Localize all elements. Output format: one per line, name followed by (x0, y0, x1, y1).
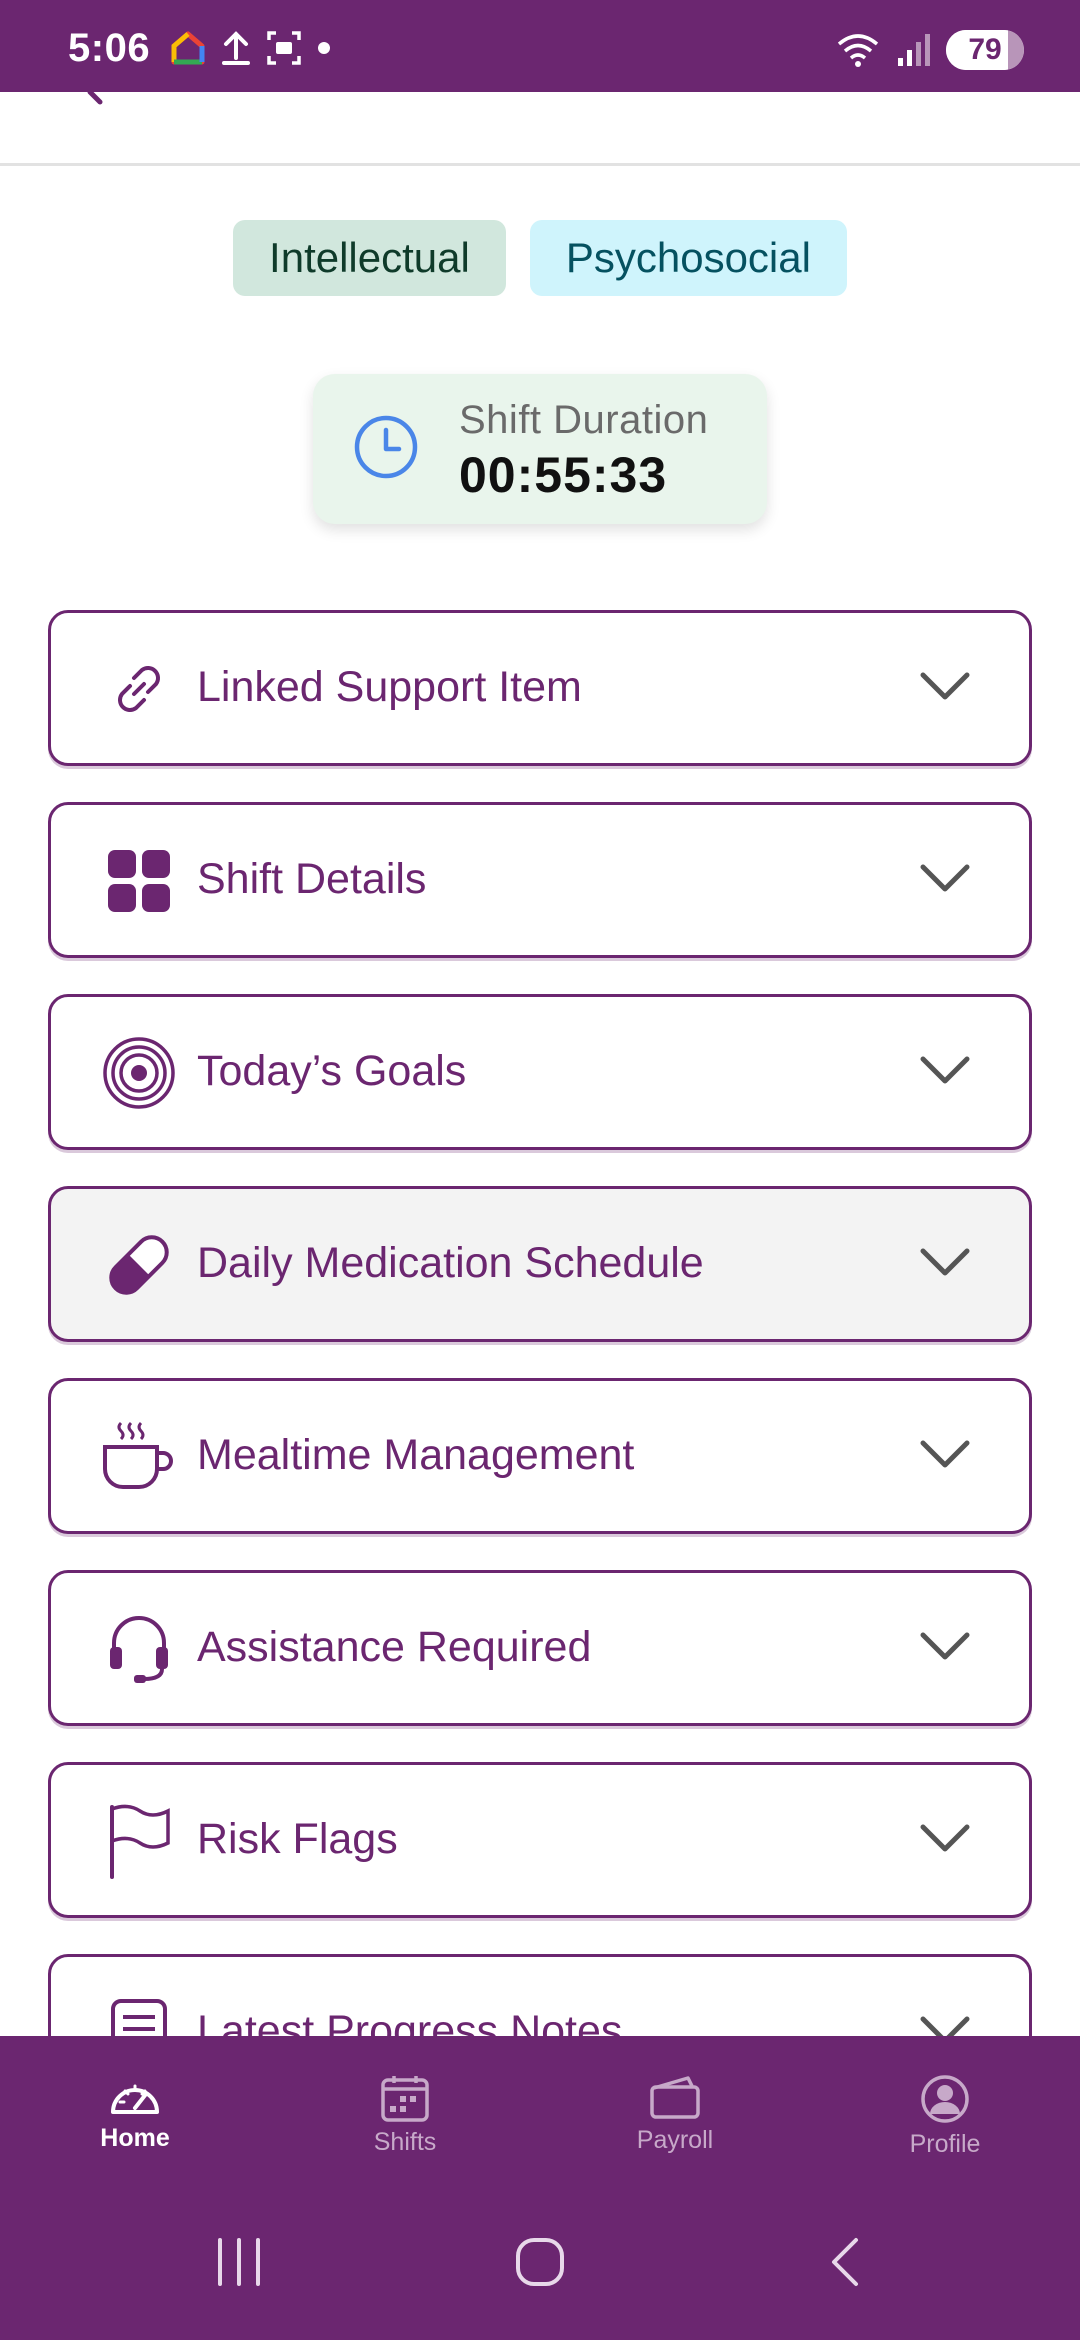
user-circle-icon (921, 2075, 969, 2123)
screenshot-icon (267, 31, 301, 65)
hot-cup-icon (101, 1419, 177, 1495)
section-linked-support-item[interactable]: Linked Support Item (48, 610, 1032, 766)
chevron-down-icon (920, 1248, 970, 1276)
chevron-down-icon (920, 1632, 970, 1660)
calendar-icon (381, 2076, 429, 2122)
section-label: Assistance Required (197, 1623, 592, 1671)
dot-icon (318, 42, 330, 54)
headset-icon (101, 1611, 177, 1687)
section-daily-medication-schedule[interactable]: Daily Medication Schedule (48, 1186, 1032, 1342)
section-assistance-required[interactable]: Assistance Required (48, 1570, 1032, 1726)
shift-duration-value: 00:55:33 (459, 447, 668, 503)
home-color-icon (171, 31, 205, 65)
nav-payroll[interactable]: Payroll (540, 2074, 810, 2159)
tag-psychosocial: Psychosocial (529, 220, 847, 296)
shift-duration-card: Shift Duration 00:55:33 (313, 374, 767, 524)
link-icon (101, 651, 177, 727)
section-label: Linked Support Item (197, 663, 582, 711)
section-risk-flags[interactable]: Risk Flags (48, 1762, 1032, 1918)
nav-label: Home (100, 2124, 170, 2152)
clock-icon (354, 415, 418, 479)
grid-icon (101, 843, 177, 919)
status-time: 5:06 (68, 26, 151, 70)
section-label: Daily Medication Schedule (197, 1239, 704, 1287)
status-bar: 5:06 79 (0, 0, 1080, 92)
battery-icon: 79 (946, 30, 1024, 70)
section-mealtime-management[interactable]: Mealtime Management (48, 1378, 1032, 1534)
section-label: Shift Details (197, 855, 427, 903)
status-icons-right: 79 (836, 30, 1024, 70)
section-todays-goals[interactable]: Today’s Goals (48, 994, 1032, 1150)
nav-label: Payroll (636, 2126, 714, 2154)
wifi-icon (837, 34, 879, 67)
nav-profile[interactable]: Profile (810, 2074, 1080, 2159)
header-strip (0, 92, 1080, 166)
back-arrow-icon[interactable] (86, 92, 116, 106)
signal-icon (898, 34, 930, 66)
nav-shifts[interactable]: Shifts (270, 2074, 540, 2159)
system-nav-bar (0, 2234, 1080, 2314)
shift-sections: Linked Support Item Shift Details Today’… (48, 610, 1032, 2146)
section-label: Today’s Goals (197, 1047, 467, 1095)
section-shift-details[interactable]: Shift Details (48, 802, 1032, 958)
section-label: Risk Flags (197, 1815, 398, 1863)
upload-icon (222, 31, 250, 65)
disability-tags: Intellectual Psychosocial (0, 220, 1080, 296)
shift-duration-label: Shift Duration (459, 398, 709, 442)
nav-label: Shifts (373, 2128, 437, 2156)
pill-icon (101, 1227, 177, 1303)
speedometer-icon (111, 2084, 159, 2114)
recent-apps-icon[interactable] (214, 2234, 264, 2290)
chevron-down-icon (920, 672, 970, 700)
home-button-icon[interactable] (514, 2234, 566, 2290)
nav-home[interactable]: Home (0, 2074, 270, 2159)
flag-icon (101, 1803, 177, 1879)
status-icons-left (170, 30, 332, 66)
target-icon (101, 1035, 177, 1111)
wallet-icon (650, 2076, 700, 2119)
chevron-down-icon (920, 1824, 970, 1852)
chevron-down-icon (920, 1440, 970, 1468)
chevron-down-icon (920, 864, 970, 892)
chevron-down-icon (920, 1056, 970, 1084)
tag-intellectual: Intellectual (233, 220, 506, 296)
back-button-icon[interactable] (826, 2234, 866, 2290)
battery-level: 79 (968, 33, 1002, 66)
section-label: Mealtime Management (197, 1431, 635, 1479)
nav-label: Profile (909, 2130, 981, 2158)
